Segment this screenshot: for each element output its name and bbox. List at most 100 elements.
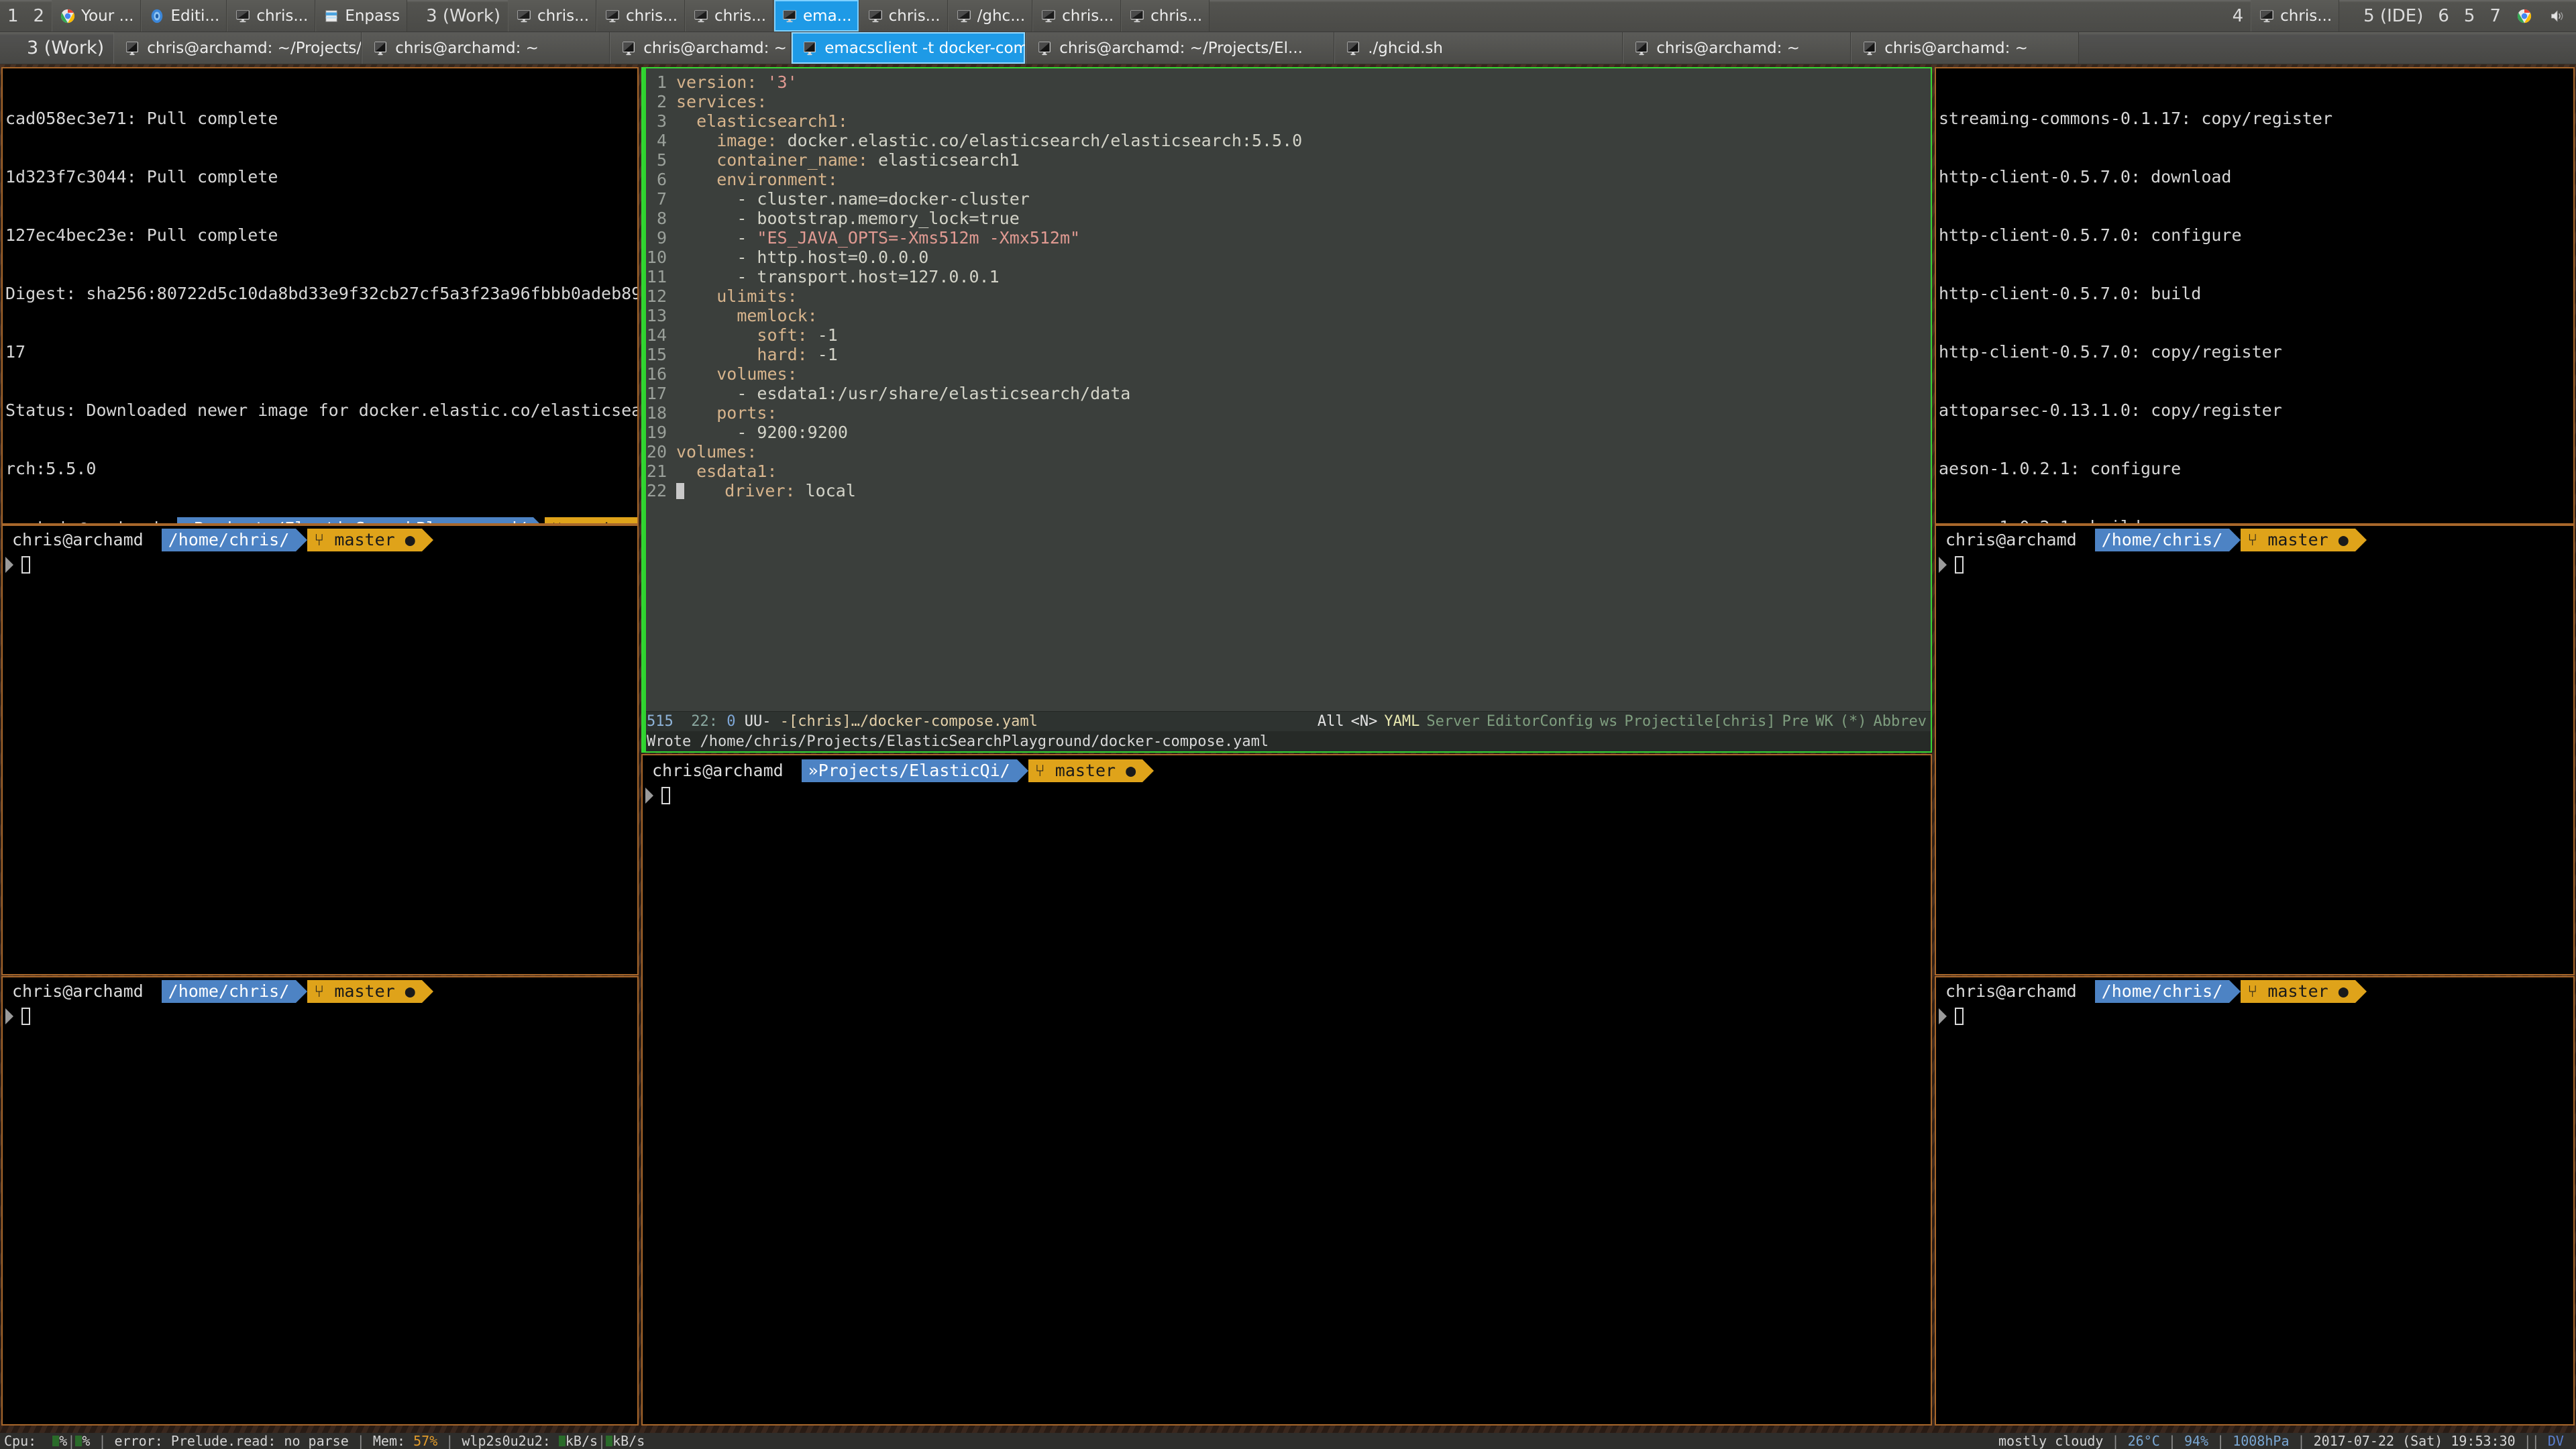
terminal-output-ghcid: streaming-commons-0.1.17: copy/register … (1936, 68, 2573, 523)
window-tab-elasticqi[interactable]: chris@archamd: ~/Projects/El... (1026, 32, 1335, 64)
prompt-separator-icon (2229, 529, 2241, 551)
taskbar-button-work-2[interactable]: chris... (596, 0, 686, 32)
titlerow-spacer (2079, 32, 2576, 64)
taskbar-button-enpass[interactable]: Enpass (315, 0, 408, 32)
prompt-path: /home/chris/ (2094, 529, 2230, 551)
terminal-line: 127ec4bec23e: Pull complete (5, 225, 278, 245)
emacs-code-line: 1 version: '3' (643, 72, 1931, 92)
emacs-token: volumes: (716, 364, 798, 384)
taskbar-button-work-7[interactable]: chris... (1032, 0, 1122, 32)
window-ghcid-terminal[interactable]: streaming-commons-0.1.17: copy/register … (1935, 67, 2575, 525)
tag-4[interactable]: 4 (2225, 0, 2251, 32)
taskbar-button-label: Your ... (81, 7, 134, 25)
mem-value: 57% (413, 1433, 438, 1449)
terminal-line: http-client-0.5.7.0: copy/register (1939, 342, 2282, 362)
window-emacs[interactable]: 1 version: '3' 2 services: 3 elasticsearch1:… (641, 67, 1932, 753)
emacs-minibuffer[interactable]: Wrote /home/chris/Projects/ElasticSearch… (643, 731, 1931, 751)
taskbar-button-label: ema... (803, 7, 852, 25)
prompt-caret-icon (1939, 557, 1947, 573)
tray-volume-button[interactable] (2540, 0, 2576, 32)
shell-cursor-line[interactable] (1936, 1006, 1964, 1027)
tag-work[interactable]: 3 (Work) (407, 0, 508, 32)
status-separator: | (67, 1433, 76, 1449)
emacs-token: -1 (807, 325, 838, 345)
taskbar-button-work-3[interactable]: chris... (685, 0, 774, 32)
taskbar-button-terminal[interactable]: chris... (227, 0, 316, 32)
window-docker-terminal[interactable]: cad058ec3e71: Pull complete 1d323f7c3044… (1, 67, 639, 525)
prompt-path: /home/chris/ (2094, 980, 2230, 1003)
terminal-icon (374, 41, 387, 55)
taskbar-button-editor[interactable]: Editi... (141, 0, 227, 32)
cpu-label: Cpu: (4, 1433, 37, 1449)
window-home-terminal-mid-right[interactable]: chris@archamd /home/chris/ ⑂ master ● (1935, 525, 2575, 975)
terminal-line: aeson-1.0.2.1: configure (1939, 459, 2182, 478)
window-tab-home-2[interactable]: chris@archamd: ~ (610, 32, 792, 64)
taskbar: 1 2 Your ... Editi... chris... Enpass 3 … (0, 0, 2576, 32)
window-tab-label: chris@archamd: ~/Projects/El... (1059, 39, 1303, 57)
prompt-user-label: chris@archamd (643, 759, 790, 782)
prompt-branch-label: master (1055, 761, 1116, 780)
taskbar-button-work-8[interactable]: chris... (1121, 0, 1210, 32)
emacs-token: esdata1: (696, 462, 777, 481)
status-separator: | (98, 1433, 107, 1449)
titlerow-tag: 3 (Work) (27, 38, 105, 58)
window-tab-ghcid[interactable]: ./ghcid.sh (1334, 32, 1623, 64)
prompt-separator-icon (1142, 759, 1155, 782)
modeline-right-group: All <N> YAML Server EditorConfig ws Proj… (1318, 713, 1927, 730)
window-home-terminal-bottom-right[interactable]: chris@archamd /home/chris/ ⑂ master ● (1935, 976, 2575, 1426)
shell-cursor-line[interactable] (1936, 554, 1964, 576)
emacs-line-text: ports: (676, 403, 777, 423)
git-dirty-icon: ● (2338, 530, 2349, 549)
window-tab-docker[interactable]: chris@archamd: ~/Projects/El... (113, 32, 362, 64)
window-home-terminal-bottom-left[interactable]: chris@archamd /home/chris/ ⑂ master ● (1, 976, 639, 1426)
window-tab-home-3[interactable]: chris@archamd: ~ (1623, 32, 1851, 64)
taskbar-button-label: chris... (888, 7, 941, 25)
shell-cursor-line[interactable] (643, 785, 670, 806)
window-home-terminal-mid-left[interactable]: chris@archamd /home/chris/ ⑂ master ● (1, 525, 639, 975)
git-branch-icon: ⑂ (314, 530, 325, 549)
shell-cursor-line[interactable] (3, 1006, 30, 1027)
browser-icon (152, 9, 163, 23)
emacs-line-text: - http.host=0.0.0.0 (676, 248, 928, 267)
emacs-code-area[interactable]: 1 version: '3' 2 services: 3 elasticsearch1:… (643, 68, 1931, 711)
taskbar-button-four-1[interactable]: chris... (2251, 0, 2340, 32)
emacs-line-text: ulimits: (676, 286, 797, 306)
tag-7[interactable]: 7 (2482, 0, 2508, 32)
text-cursor (21, 556, 30, 574)
emacs-code-line: 20 volumes: (643, 442, 1931, 462)
tag-1[interactable]: 1 (0, 0, 26, 32)
terminal-line: cad058ec3e71: Pull complete (5, 109, 278, 128)
git-dirty-icon: ● (405, 981, 415, 1001)
taskbar-button-chrome[interactable]: Your ... (52, 0, 142, 32)
tag-5-ide[interactable]: 5 (IDE) (2339, 0, 2430, 32)
tray-chrome-button[interactable] (2508, 0, 2540, 32)
prompt-git: ⑂ master ● (1028, 759, 1143, 782)
ghcid-error-status: error: Prelude.read: no parse (114, 1433, 349, 1449)
terminal-line: rch:5.5.0 (5, 459, 97, 478)
taskbar-button-ghcid[interactable]: /ghc... (947, 0, 1033, 32)
window-tab-home-4[interactable]: chris@archamd: ~ (1851, 32, 2080, 64)
emacs-token: services: (676, 92, 767, 111)
emacs-line-number: 17 (646, 384, 667, 403)
taskbar-button-label: /ghc... (977, 7, 1026, 25)
cpu-value-b: % (82, 1433, 91, 1449)
window-tab-home-1[interactable]: chris@archamd: ~ (362, 32, 610, 64)
emacs-line-text: services: (676, 92, 767, 111)
window-elasticqi-terminal[interactable]: chris@archamd »Projects/ElasticQi/ ⑂ mas… (641, 754, 1932, 1426)
shell-cursor-line[interactable] (3, 554, 30, 576)
emacs-line-text: - transport.host=127.0.0.1 (676, 267, 999, 286)
taskbar-button-work-1[interactable]: chris... (508, 0, 597, 32)
window-tab-label: chris@archamd: ~/Projects/El... (147, 39, 362, 57)
prompt-branch-label: master (2267, 981, 2328, 1001)
prompt-branch-label: master (334, 981, 395, 1001)
volume-icon (2551, 10, 2563, 21)
terminal-icon (2260, 9, 2273, 22)
emacs-token: elasticsearch1 (868, 150, 1020, 170)
taskbar-button-work-5[interactable]: chris... (859, 0, 948, 32)
tag-5b[interactable]: 5 (2457, 0, 2483, 32)
tag-2[interactable]: 2 (26, 0, 52, 32)
cpu-graph-icon (52, 1436, 60, 1446)
tag-6[interactable]: 6 (2430, 0, 2457, 32)
window-tab-emacs[interactable]: emacsclient -t docker-compos... (791, 32, 1026, 64)
taskbar-button-emacs[interactable]: ema... (773, 0, 859, 32)
